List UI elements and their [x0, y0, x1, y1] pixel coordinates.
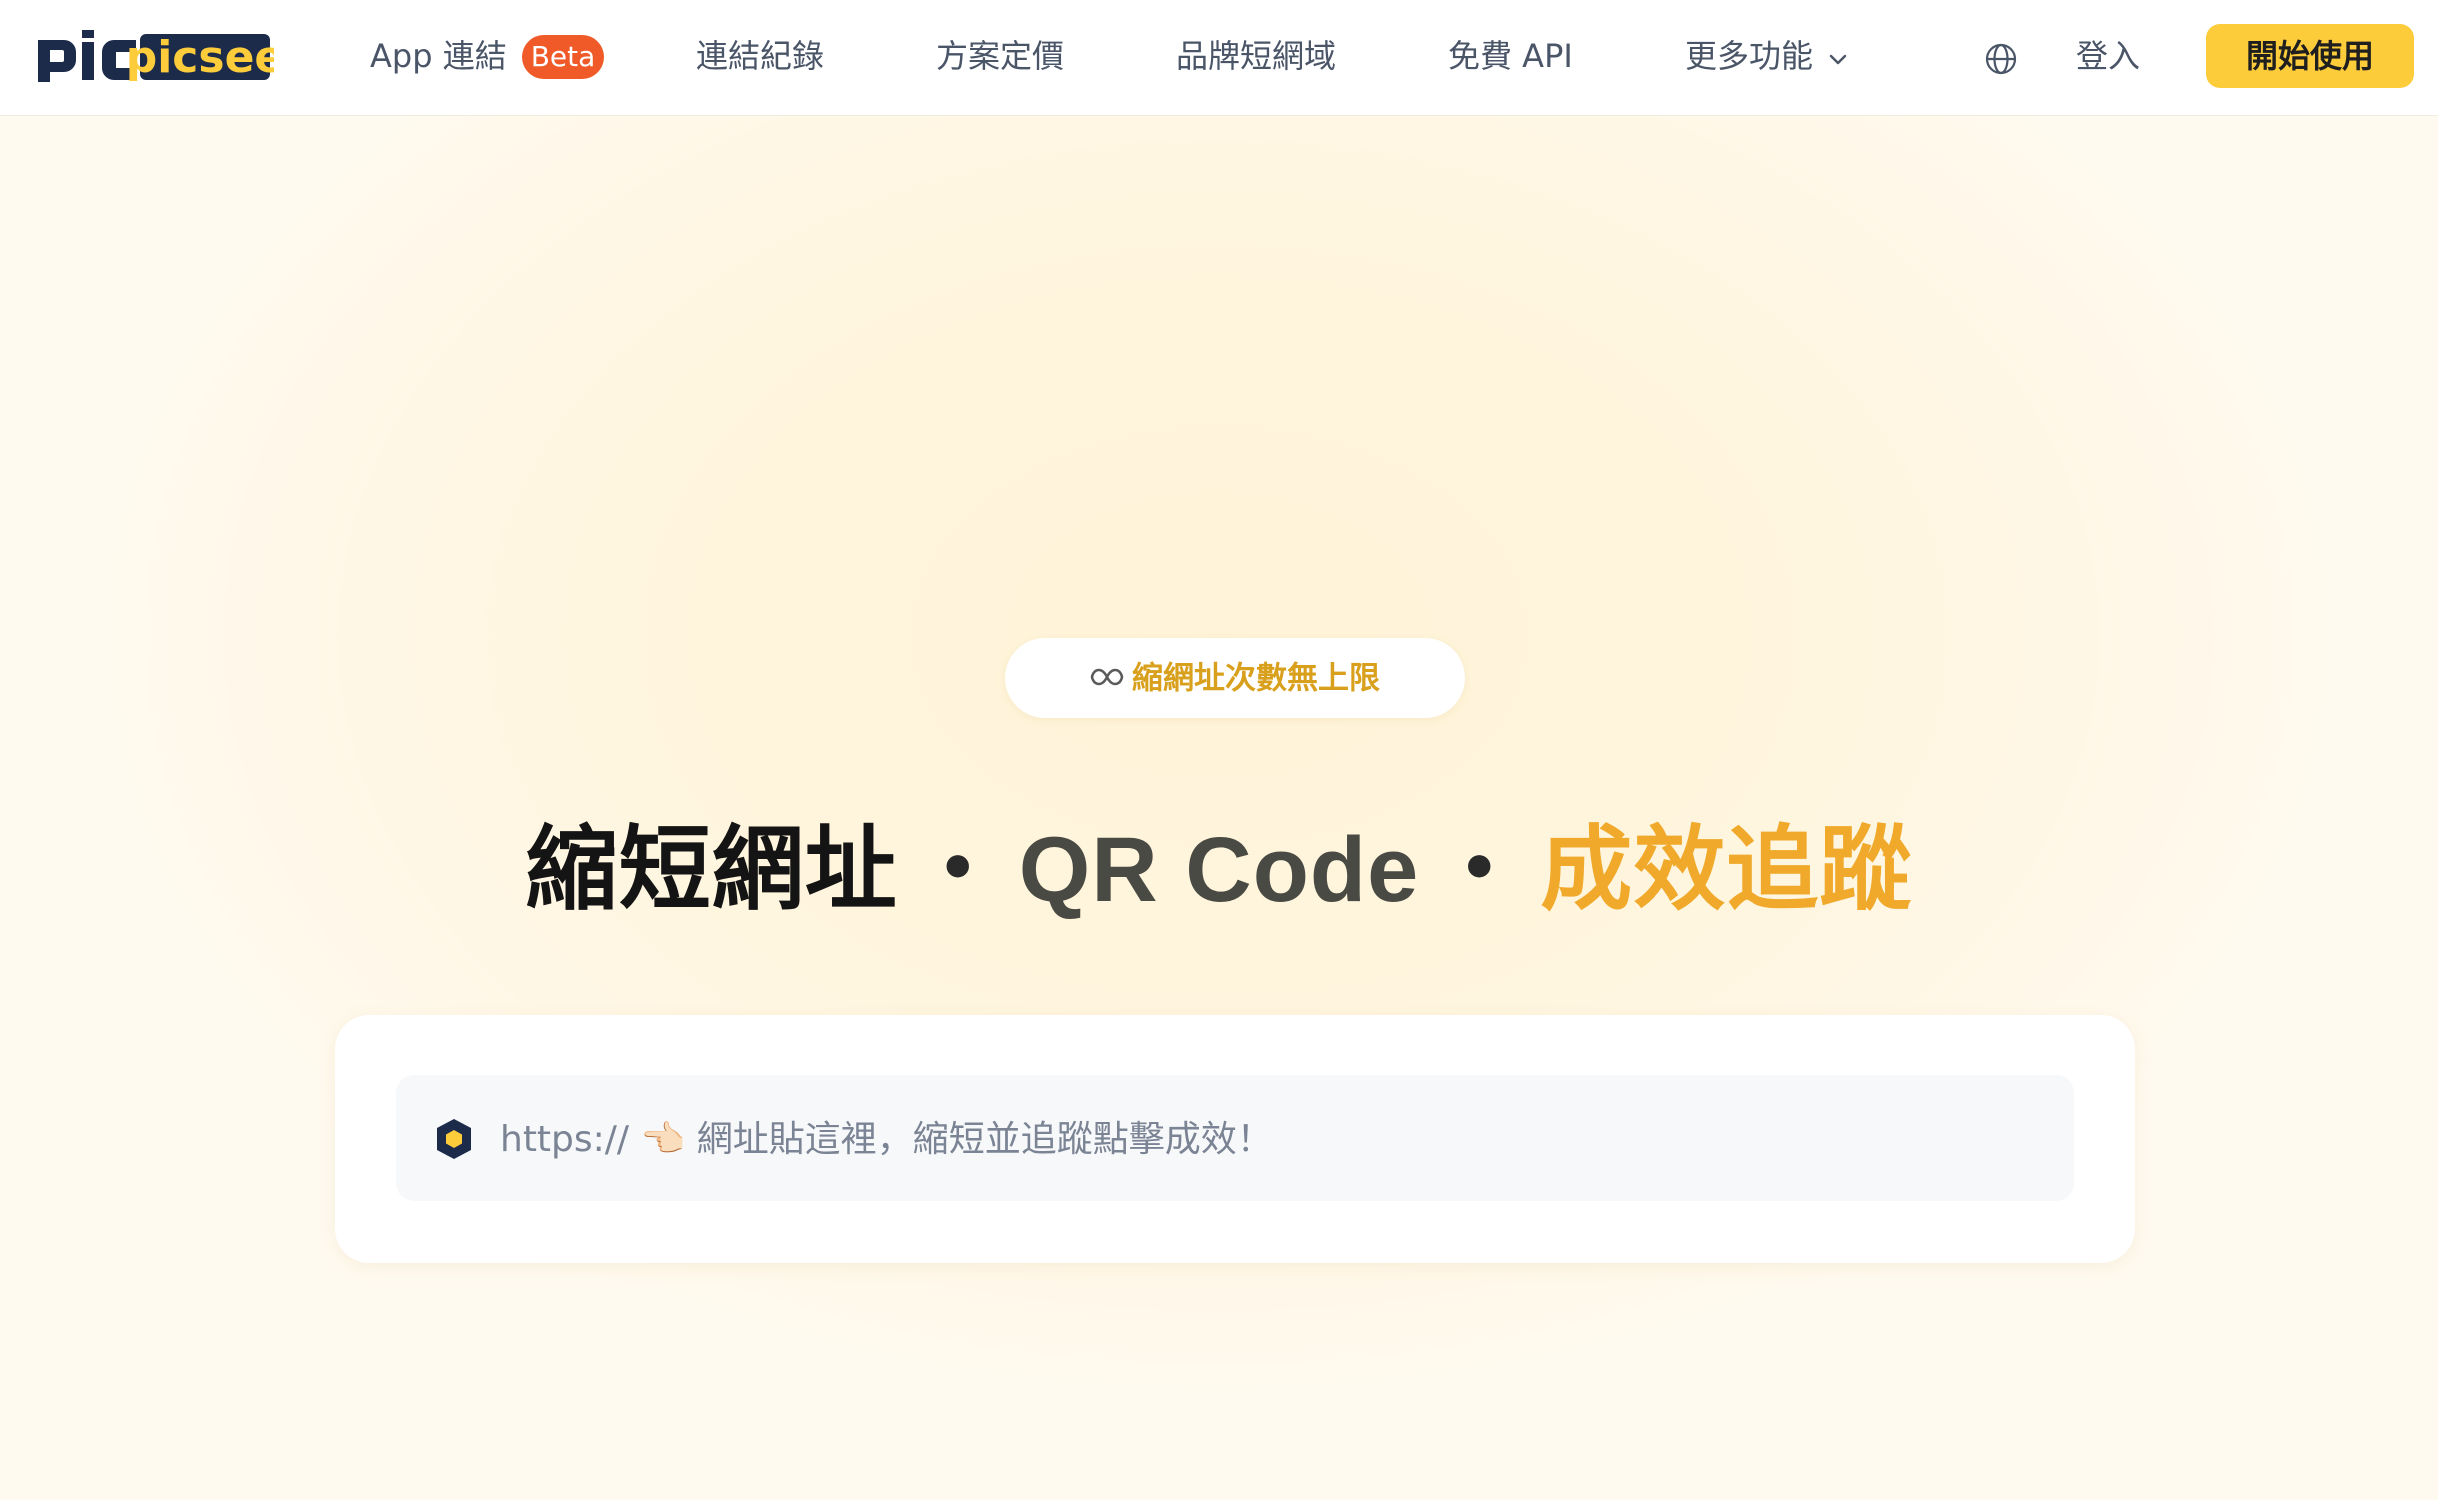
picsee-hexagon-icon — [437, 1119, 471, 1159]
infinity-icon — [1090, 668, 1124, 685]
headline-separator: ・ — [911, 816, 1005, 923]
shortener-card — [335, 1015, 2135, 1263]
login-link[interactable]: 登入 — [2076, 34, 2140, 78]
hero-headline: 縮短網址・ QR Code ・成效追蹤 — [0, 810, 2438, 930]
logo-wordmark: picsee — [126, 32, 274, 83]
headline-separator: ・ — [1433, 816, 1527, 923]
top-navigation-bar: picsee App 連結 Beta 連結紀錄 方案定價 品牌短網域 免費 AP… — [0, 0, 2438, 116]
nav-brand-domain[interactable]: 品牌短網域 — [1176, 34, 1336, 78]
headline-shorten-url: 縮短網址 — [525, 816, 898, 923]
nav-app-links[interactable]: App 連結 — [370, 34, 507, 78]
nav-free-api[interactable]: 免費 API — [1448, 34, 1573, 78]
unlimited-badge: 縮網址次數無上限 — [1005, 638, 1465, 718]
url-input-container[interactable] — [396, 1075, 2074, 1203]
nav-link-history[interactable]: 連結紀錄 — [696, 34, 824, 78]
beta-badge: Beta — [522, 35, 604, 79]
nav-more-features[interactable]: 更多功能 — [1685, 34, 1813, 78]
nav-pricing[interactable]: 方案定價 — [936, 34, 1064, 78]
headline-qr-code: QR Code — [1018, 819, 1420, 921]
globe-icon[interactable] — [1984, 42, 2018, 76]
get-started-button[interactable]: 開始使用 — [2206, 24, 2414, 88]
picsee-logo[interactable]: picsee — [34, 30, 274, 84]
unlimited-badge-text: 縮網址次數無上限 — [1132, 660, 1380, 697]
headline-tracking: 成效追蹤 — [1540, 816, 1913, 923]
hero-background — [0, 116, 2438, 1500]
chevron-down-icon[interactable] — [1826, 47, 1850, 71]
url-input[interactable] — [498, 1075, 2042, 1203]
